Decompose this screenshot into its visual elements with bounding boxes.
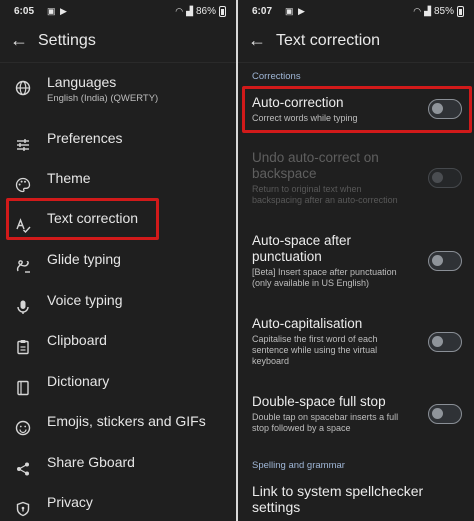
- pref-title: Auto-space after punctuation: [252, 233, 352, 264]
- auto-capitalisation-toggle[interactable]: [428, 332, 462, 352]
- glide-icon: [14, 258, 32, 276]
- double-space-toggle[interactable]: [428, 404, 462, 424]
- highlight-box: [6, 198, 159, 240]
- battery-percent: 85%: [433, 6, 454, 17]
- menu-item-voice-typing[interactable]: Voice typing: [0, 289, 236, 329]
- status-time: 6:07: [252, 6, 273, 17]
- palette-icon: [14, 177, 32, 195]
- pref-subtitle: Double tap on spacebar inserts a full st…: [252, 412, 399, 433]
- menu-item-privacy[interactable]: Privacy: [0, 491, 236, 521]
- toggle-knob: [432, 172, 443, 183]
- sliders-icon: [14, 137, 32, 155]
- divider: [0, 62, 236, 63]
- section-header-spelling: Spelling and grammar: [252, 460, 345, 471]
- menu-label: Privacy: [47, 494, 93, 510]
- toggle-knob: [432, 408, 443, 419]
- clipboard-icon: [14, 339, 32, 357]
- menu-label: Clipboard: [47, 332, 107, 348]
- pref-title: Auto-capitalisation: [252, 316, 363, 331]
- menu-label: Preferences: [47, 130, 123, 146]
- wifi-icon: ◠: [413, 6, 422, 16]
- toggle-knob: [432, 255, 443, 266]
- signal-icon: ▟: [186, 6, 193, 16]
- signal-icon: ▟: [424, 6, 431, 16]
- pref-subtitle: Return to original text when backspacing…: [252, 184, 398, 205]
- page-title: Settings: [38, 32, 96, 49]
- battery-icon: [219, 6, 226, 17]
- page-title: Text correction: [276, 32, 381, 49]
- menu-item-dictionary[interactable]: Dictionary: [0, 370, 236, 410]
- pref-title: Undo auto-correct on backspace: [252, 150, 379, 181]
- menu-label: Emojis, stickers and GIFs: [47, 413, 206, 429]
- undo-auto-correct-toggle: [428, 168, 462, 188]
- menu-item-preferences[interactable]: Preferences: [0, 127, 236, 167]
- menu-label: Theme: [47, 170, 91, 186]
- privacy-shield-icon: [14, 501, 32, 519]
- menu-label: Dictionary: [47, 373, 110, 389]
- pref-double-space[interactable]: Double-space full stop Double tap on spa…: [252, 394, 414, 434]
- languages-sublabel: English (India) (QWERTY): [47, 93, 159, 104]
- globe-icon: [14, 80, 32, 98]
- pref-title: Double-space full stop: [252, 394, 386, 409]
- pref-undo-auto-correct: Undo auto-correct on backspace Return to…: [252, 150, 414, 206]
- back-arrow-icon[interactable]: ←: [248, 30, 266, 51]
- menu-item-languages[interactable]: Languages: [0, 70, 236, 114]
- pref-title: Link to system spellchecker settings: [252, 483, 424, 515]
- menu-label: Glide typing: [47, 251, 121, 267]
- menu-item-glide-typing[interactable]: Glide typing: [0, 248, 236, 288]
- menu-label: Share Gboard: [47, 454, 135, 470]
- notification-icons: ▣ ▶: [285, 6, 306, 16]
- pref-auto-capitalisation[interactable]: Auto-capitalisation Capitalise the first…: [252, 316, 414, 367]
- app-bar: ← Text correction: [238, 28, 474, 56]
- menu-item-emojis[interactable]: Emojis, stickers and GIFs: [0, 410, 236, 450]
- status-bar: 6:07 ▣ ▶ ◠ ▟ 85%: [252, 6, 464, 20]
- dictionary-icon: [14, 380, 32, 398]
- pref-subtitle: Capitalise the first word of each senten…: [252, 334, 378, 366]
- link-spellchecker-settings[interactable]: Link to system spellchecker settings: [252, 483, 454, 515]
- battery-icon: [457, 6, 464, 17]
- wifi-icon: ◠: [175, 6, 184, 16]
- back-arrow-icon[interactable]: ←: [10, 30, 28, 51]
- section-header-corrections: Corrections: [252, 71, 301, 82]
- divider: [238, 62, 474, 63]
- microphone-icon: [14, 299, 32, 317]
- text-correction-screen: 6:07 ▣ ▶ ◠ ▟ 85% ← Text correction Corre…: [238, 0, 474, 521]
- notification-icons: ▣ ▶: [47, 6, 68, 16]
- pref-auto-space[interactable]: Auto-space after punctuation [Beta] Inse…: [252, 233, 414, 289]
- emoji-icon: [14, 420, 32, 438]
- pref-subtitle: [Beta] Insert space after punctuation (o…: [252, 267, 397, 288]
- menu-item-share-gboard[interactable]: Share Gboard: [0, 451, 236, 491]
- menu-label: Voice typing: [47, 292, 123, 308]
- battery-percent: 86%: [195, 6, 216, 17]
- settings-screen: 6:05 ▣ ▶ ◠ ▟ 86% ← Settings Languages En…: [0, 0, 236, 521]
- status-bar: 6:05 ▣ ▶ ◠ ▟ 86%: [14, 6, 226, 20]
- status-time: 6:05: [14, 6, 35, 17]
- highlight-box: [242, 86, 472, 133]
- menu-item-clipboard[interactable]: Clipboard: [0, 329, 236, 369]
- menu-label: Languages: [47, 74, 117, 90]
- toggle-knob: [432, 336, 443, 347]
- auto-space-toggle[interactable]: [428, 251, 462, 271]
- app-bar: ← Settings: [0, 28, 236, 56]
- share-icon: [14, 461, 32, 479]
